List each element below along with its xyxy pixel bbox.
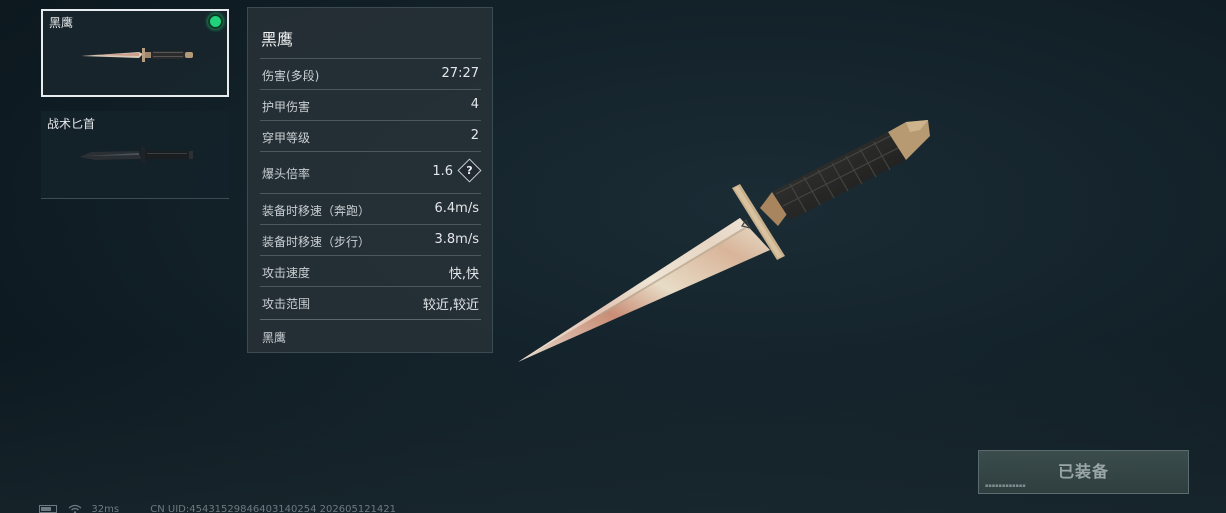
stat-value: 1.6 [432,164,453,179]
status-bar: 32ms CN UID:454315298464031402​54 202605… [39,504,396,513]
stat-label: 爆头倍率 [262,167,311,181]
weapon-card-name: 战术匕首 [47,117,96,131]
stat-row-attack-range: 攻击范围 较近,较近 [260,286,481,318]
stat-value: 4 [470,97,479,112]
panel-footer: 黑鹰 [260,319,481,346]
stat-label: 装备时移速（步行） [262,235,371,249]
black-hawk-knife-thumbnail [81,48,193,62]
stat-label: 装备时移速（奔跑） [262,204,371,218]
stat-row-penetration-level: 穿甲等级 2 [260,120,481,152]
stat-label: 护甲伤害 [262,100,311,114]
button-decoration: ▪▪▪▪▪▪▪▪▪▪▪▪ [985,483,1026,489]
stat-label: 攻击速度 [262,266,311,280]
stat-row-walk-speed: 装备时移速（步行） 3.8m/s [260,224,481,256]
tactical-dagger-thumbnail [79,147,193,163]
stat-label: 穿甲等级 [262,131,311,145]
question-diamond-icon[interactable]: ? [457,158,482,183]
stat-value: 6.4m/s [434,201,480,216]
stat-value: 2 [470,128,479,143]
black-hawk-knife-render [518,120,930,362]
panel-title: 黑鹰 [261,30,294,49]
stat-row-damage: 伤害(多段) 27:27 [260,58,481,90]
weapon-card-tactical-dagger[interactable]: 战术匕首 [41,111,229,199]
ping-text: 32ms [91,504,120,513]
stat-value: 27:27 [441,66,479,81]
weapon-card-black-hawk[interactable]: 黑鹰 [41,9,229,97]
equipped-indicator-icon [208,14,223,29]
weapon-card-name: 黑鹰 [49,16,74,30]
stat-value: 快,快 [448,267,479,282]
help-glyph: ? [466,164,473,177]
stat-value: 较近,较近 [422,298,479,313]
wifi-icon [68,504,82,513]
stat-row-headshot-multiplier: 爆头倍率 1.6 ? [260,151,482,193]
stat-label: 伤害(多段) [262,69,320,83]
equipped-button[interactable]: 已装备 ▪▪▪▪▪▪▪▪▪▪▪▪ [978,450,1189,494]
equip-button-label: 已装备 [1057,462,1109,481]
stat-row-armor-damage: 护甲伤害 4 [260,89,481,121]
battery-icon [39,505,57,513]
weapon-stats-panel: 黑鹰 伤害(多段) 27:27 护甲伤害 4 穿甲等级 2 爆头倍率 1.6 ?… [247,7,493,353]
stat-row-run-speed: 装备时移速（奔跑） 6.4m/s [260,193,481,225]
uid-text: CN UID:454315298464031402​54 20260512142… [150,504,397,513]
stat-label: 攻击范围 [262,297,311,311]
footer-text: 黑鹰 [262,331,287,345]
stat-row-attack-speed: 攻击速度 快,快 [260,255,481,287]
stat-value: 3.8m/s [434,232,480,247]
